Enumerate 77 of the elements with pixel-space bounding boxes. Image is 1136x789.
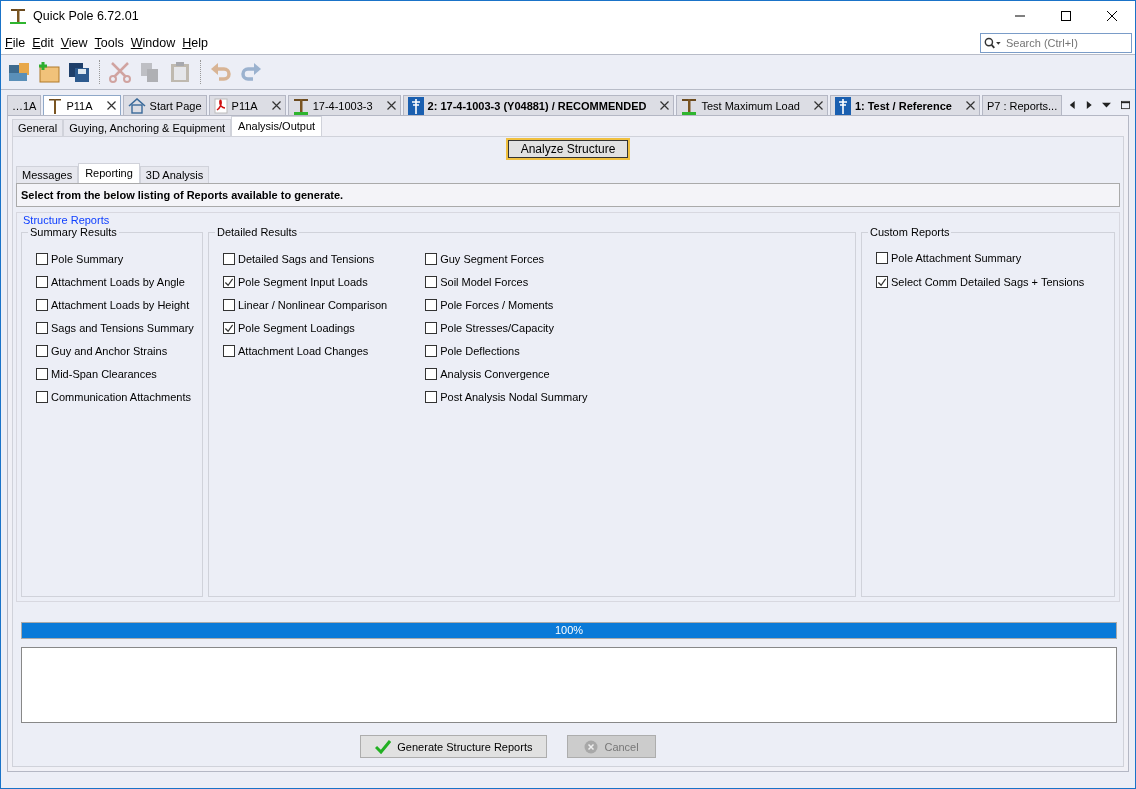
house-icon <box>127 97 146 114</box>
scroll-right-icon[interactable] <box>1085 100 1093 110</box>
checkbox[interactable]: Pole Forces / Moments <box>425 297 588 313</box>
progress-text: 100% <box>553 623 585 638</box>
document-tab[interactable]: 17-4-1003-3 <box>287 95 401 115</box>
checkbox[interactable]: Pole Stresses/Capacity <box>425 320 588 336</box>
tab[interactable]: Guying, Anchoring & Equipment <box>63 119 232 136</box>
checkbox[interactable]: Pole Attachment Summary <box>876 250 1108 266</box>
close-icon[interactable] <box>813 101 823 110</box>
close-icon[interactable] <box>386 101 396 110</box>
tab[interactable]: 3D Analysis <box>139 166 210 183</box>
document-tab[interactable]: …1A <box>7 95 42 115</box>
dropdown-icon[interactable] <box>1102 101 1112 109</box>
save-icon[interactable] <box>67 61 91 83</box>
instruction-text: Select from the below listing of Reports available to generate. <box>16 183 1120 207</box>
cancel-icon <box>584 739 599 754</box>
checkbox[interactable]: Attachment Loads by Height <box>36 297 196 313</box>
section-title: Structure Reports <box>23 214 111 226</box>
tower-icon <box>407 96 424 115</box>
document-tab[interactable]: P11A <box>43 95 121 115</box>
checkbox[interactable]: Pole Summary <box>36 251 196 267</box>
checkbox[interactable]: Attachment Loads by Angle <box>36 274 196 290</box>
document-tab[interactable]: 2: 17-4-1003-3 (Y04881) / RECOMMENDED <box>402 95 675 115</box>
analyze-button[interactable]: Analyze Structure <box>507 140 629 158</box>
tab[interactable]: Messages <box>16 166 79 183</box>
group-title: Detailed Results <box>216 226 299 238</box>
document-tab[interactable]: P7 : Reports... <box>981 95 1063 115</box>
document-tab[interactable]: Start Page <box>122 95 207 115</box>
generate-button[interactable]: Generate Structure Reports <box>360 735 548 758</box>
pole-icon <box>9 7 27 25</box>
group-title: Custom Reports <box>869 226 951 238</box>
document-tab[interactable]: 1: Test / Reference <box>829 95 980 115</box>
menu-item[interactable]: View <box>60 35 88 50</box>
menu-item[interactable]: Window <box>130 35 176 50</box>
maximize-icon[interactable] <box>1060 10 1072 22</box>
checkmark-icon <box>224 276 234 288</box>
tab[interactable]: Analysis/Output <box>231 116 323 136</box>
close-icon[interactable] <box>965 101 975 110</box>
menu-item[interactable]: File <box>5 35 26 50</box>
checkmark-icon <box>224 322 234 334</box>
tab[interactable]: Reporting <box>78 163 140 183</box>
maximize-icon[interactable] <box>1121 100 1130 110</box>
checkbox[interactable]: Linear / Nonlinear Comparison <box>223 297 388 313</box>
checkbox[interactable]: Select Comm Detailed Sags + Tensions <box>876 274 1108 290</box>
pole-icon <box>292 96 309 115</box>
checkbox[interactable]: Pole Deflections <box>425 343 588 359</box>
checkbox[interactable]: Post Analysis Nodal Summary <box>425 389 588 405</box>
menu-item[interactable]: Help <box>182 35 208 50</box>
folder-icon[interactable] <box>7 61 31 83</box>
checkmark-icon <box>375 739 392 754</box>
checkbox[interactable]: Guy Segment Forces <box>425 251 588 267</box>
close-icon[interactable] <box>271 101 281 110</box>
window-title: Quick Pole 6.72.01 <box>33 9 139 23</box>
close-icon[interactable] <box>660 101 670 110</box>
checkbox[interactable]: Detailed Sags and Tensions <box>223 251 388 267</box>
tab[interactable]: General <box>12 119 64 136</box>
close-icon[interactable] <box>106 101 116 110</box>
checkbox[interactable]: Pole Segment Input Loads <box>223 274 388 290</box>
scroll-left-icon[interactable] <box>1069 100 1076 110</box>
pole-icon <box>681 96 698 115</box>
checkbox[interactable]: Pole Segment Loadings <box>223 320 388 336</box>
menu-item[interactable]: Edit <box>32 35 54 50</box>
group-title: Summary Results <box>29 226 118 238</box>
close-icon[interactable] <box>1106 10 1118 22</box>
checkbox[interactable]: Analysis Convergence <box>425 366 588 382</box>
checkbox[interactable]: Sags and Tensions Summary <box>36 320 196 336</box>
checkbox[interactable]: Soil Model Forces <box>425 274 588 290</box>
pole-icon <box>48 97 63 114</box>
checkbox[interactable]: Attachment Load Changes <box>223 343 388 359</box>
checkbox[interactable]: Mid-Span Clearances <box>36 366 196 382</box>
document-tab[interactable]: P11A <box>208 95 286 115</box>
document-tab[interactable]: Test Maximum Load <box>676 95 828 115</box>
menu-item[interactable]: Tools <box>94 35 124 50</box>
checkmark-icon <box>877 276 887 288</box>
checkbox[interactable]: Communication Attachments <box>36 389 196 405</box>
checkbox[interactable]: Guy and Anchor Strains <box>36 343 196 359</box>
tower-icon <box>834 96 851 115</box>
